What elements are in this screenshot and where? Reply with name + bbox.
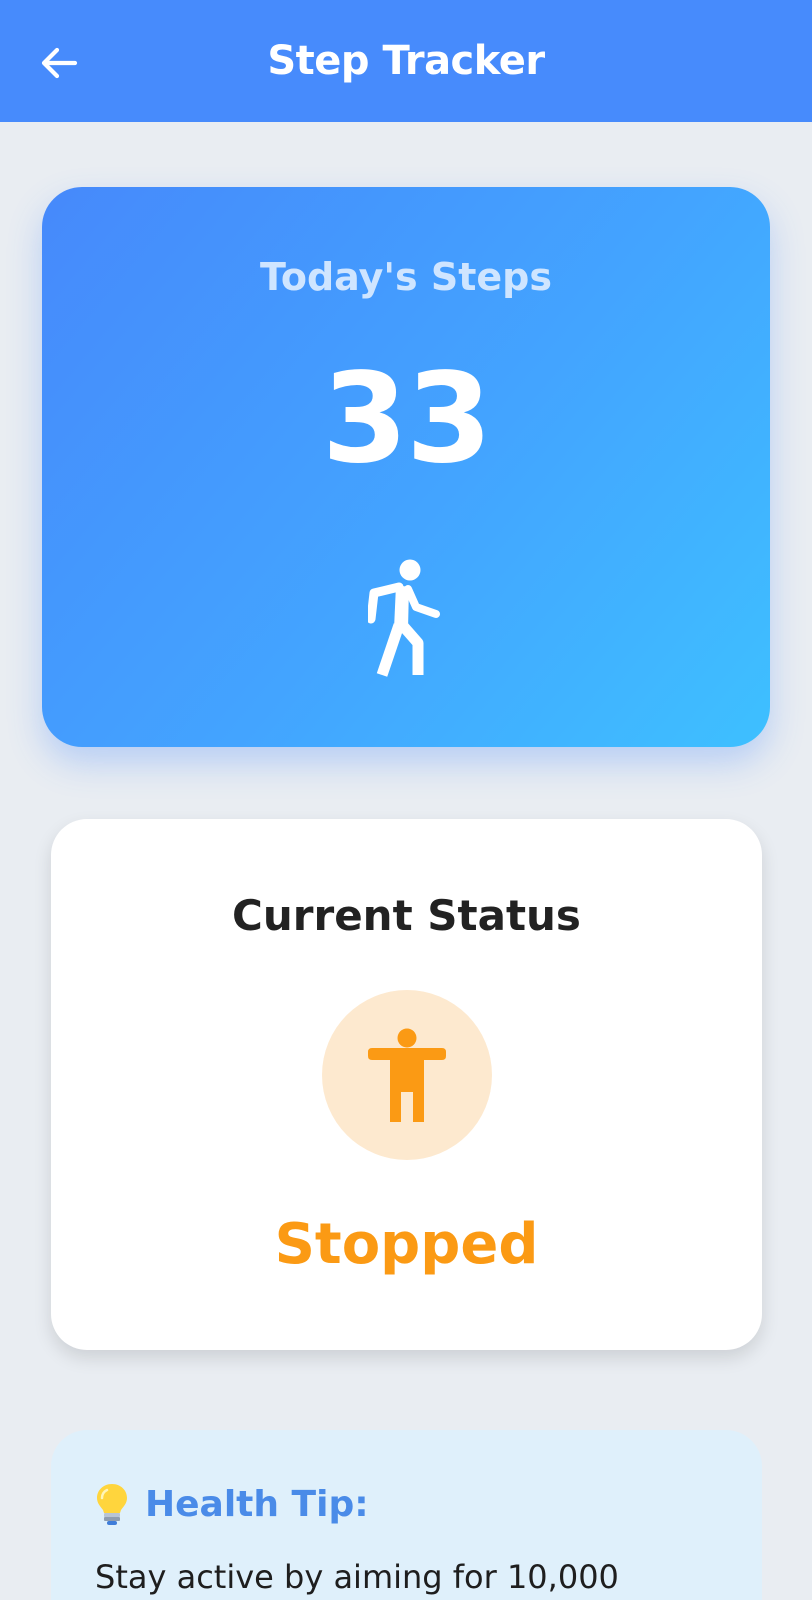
tip-title: Health Tip:	[145, 1483, 369, 1525]
app-bar: Step Tracker	[0, 0, 812, 122]
tip-text: Stay active by aiming for 10,000	[95, 1558, 619, 1596]
standing-person-icon	[368, 1028, 446, 1122]
current-status-card: Current Status Stopped	[51, 819, 762, 1350]
steps-count: 33	[321, 347, 493, 491]
steps-label: Today's Steps	[259, 255, 553, 299]
status-title: Current Status	[232, 891, 581, 940]
page-title: Step Tracker	[267, 38, 545, 84]
health-tip-card: Health Tip: Stay active by aiming for 10…	[51, 1430, 762, 1600]
lightbulb-icon	[97, 1484, 127, 1525]
todays-steps-card: Today's Steps 33	[42, 187, 770, 747]
status-icon-circle	[322, 990, 492, 1160]
tip-header: Health Tip:	[95, 1482, 369, 1526]
walking-person-icon	[368, 559, 440, 677]
status-value: Stopped	[274, 1212, 539, 1277]
